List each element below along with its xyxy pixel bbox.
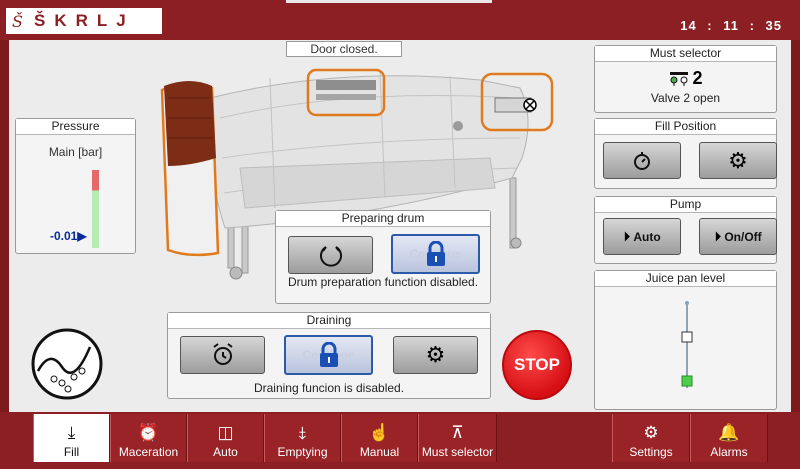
juice-pan-title: Juice pan level [595, 271, 776, 287]
tab-settings[interactable]: ⚙ Settings [612, 414, 690, 462]
emptying-icon: ⤈ [298, 423, 307, 442]
tab-emptying-label: Emptying [277, 445, 328, 459]
gears-icon: ⚙ [643, 423, 659, 442]
fill-icon: ⤓ [67, 423, 76, 442]
lock-icon [319, 342, 338, 367]
preparing-drum-title: Preparing drum [276, 211, 490, 227]
pump-onoff-button[interactable]: ⏵ On/Off [699, 218, 777, 255]
company-logo: Š ŠKRLJ [6, 8, 162, 34]
draining-settings-button[interactable]: ⚙ [393, 336, 478, 374]
alarm-clock-icon [212, 343, 233, 365]
tab-fill-label: Fill [63, 445, 80, 459]
tab-auto-label: Auto [213, 445, 238, 459]
tab-must-selector-label: Must selector [421, 445, 494, 459]
juice-pan-level-indicator [681, 301, 693, 388]
tab-alarms[interactable]: 🔔 Alarms [690, 414, 768, 462]
fill-position-timer-button[interactable] [603, 142, 681, 179]
logo-text: ŠKRLJ [34, 11, 135, 30]
pressure-title: Pressure [16, 119, 135, 135]
tab-manual[interactable]: ☝ Manual [341, 414, 418, 462]
pressure-gauge-bar [92, 170, 99, 248]
must-selector-panel: Must selector 2 Valve 2 open [594, 45, 777, 113]
preparing-drum-info: Drum preparation function disabled. [287, 275, 479, 289]
valve-status-text: Valve 2 open [650, 91, 721, 105]
pump-auto-label: Auto [633, 229, 661, 244]
pump-onoff-label: On/Off [724, 229, 762, 244]
timer-icon [634, 151, 650, 170]
stop-button[interactable]: STOP [502, 330, 572, 400]
valve-icon [670, 71, 689, 86]
pressure-value-text: -0.01 [50, 229, 78, 243]
auto-icon: ◫ [217, 423, 234, 442]
tab-settings-label: Settings [629, 445, 673, 459]
tab-maceration-label: Maceration [118, 445, 179, 459]
drum-continue-button[interactable]: Continue [391, 234, 480, 274]
draining-timer-button[interactable] [180, 336, 265, 374]
fill-position-settings-button[interactable]: ⚙ [699, 142, 777, 179]
valves-icon: ⊼ [451, 423, 464, 442]
draining-title: Draining [168, 313, 490, 329]
top-strip [286, 0, 492, 3]
bell-icon: 🔔 [718, 423, 740, 442]
must-selector-title: Must selector [595, 46, 776, 62]
door-status: Door closed. [286, 41, 402, 57]
draining-continue-button[interactable]: Continue [284, 335, 373, 375]
drum-rotate-button[interactable] [288, 236, 373, 274]
tab-maceration[interactable]: ⏰ Maceration [110, 414, 187, 462]
valve-indicator: 2 [595, 68, 776, 89]
draining-info: Draining funcion is disabled. [253, 381, 405, 395]
hand-icon: ☝ [368, 423, 391, 442]
pump-auto-button[interactable]: ⏵ Auto [603, 218, 681, 255]
tab-fill[interactable]: ⤓ Fill [33, 414, 110, 462]
pressure-marker-icon: ▶ [77, 229, 87, 243]
gears-icon: ⚙ [728, 147, 748, 173]
alarm-clock-icon: ⏰ [137, 423, 160, 442]
pressure-label: Main [bar] [48, 145, 103, 159]
tab-alarms-label: Alarms [710, 445, 748, 459]
gears-icon: ⚙ [425, 342, 446, 367]
pressure-value: -0.01▶ [50, 229, 87, 243]
logo-mark: Š [12, 11, 23, 31]
tab-must-selector[interactable]: ⊼ Must selector [418, 414, 497, 462]
clock: 14 : 11 : 35 [680, 18, 782, 33]
pump-title: Pump [595, 197, 776, 213]
drum-content-icon [31, 328, 103, 400]
play-icon: ⏵ [714, 228, 722, 244]
fill-position-title: Fill Position [595, 119, 776, 135]
lock-icon [426, 241, 445, 266]
tab-auto[interactable]: ◫ Auto [187, 414, 264, 462]
tab-emptying[interactable]: ⤈ Emptying [264, 414, 341, 462]
play-icon: ⏵ [623, 228, 631, 244]
tab-manual-label: Manual [359, 445, 400, 459]
valve-number: 2 [692, 68, 703, 88]
rotate-icon [319, 246, 342, 267]
